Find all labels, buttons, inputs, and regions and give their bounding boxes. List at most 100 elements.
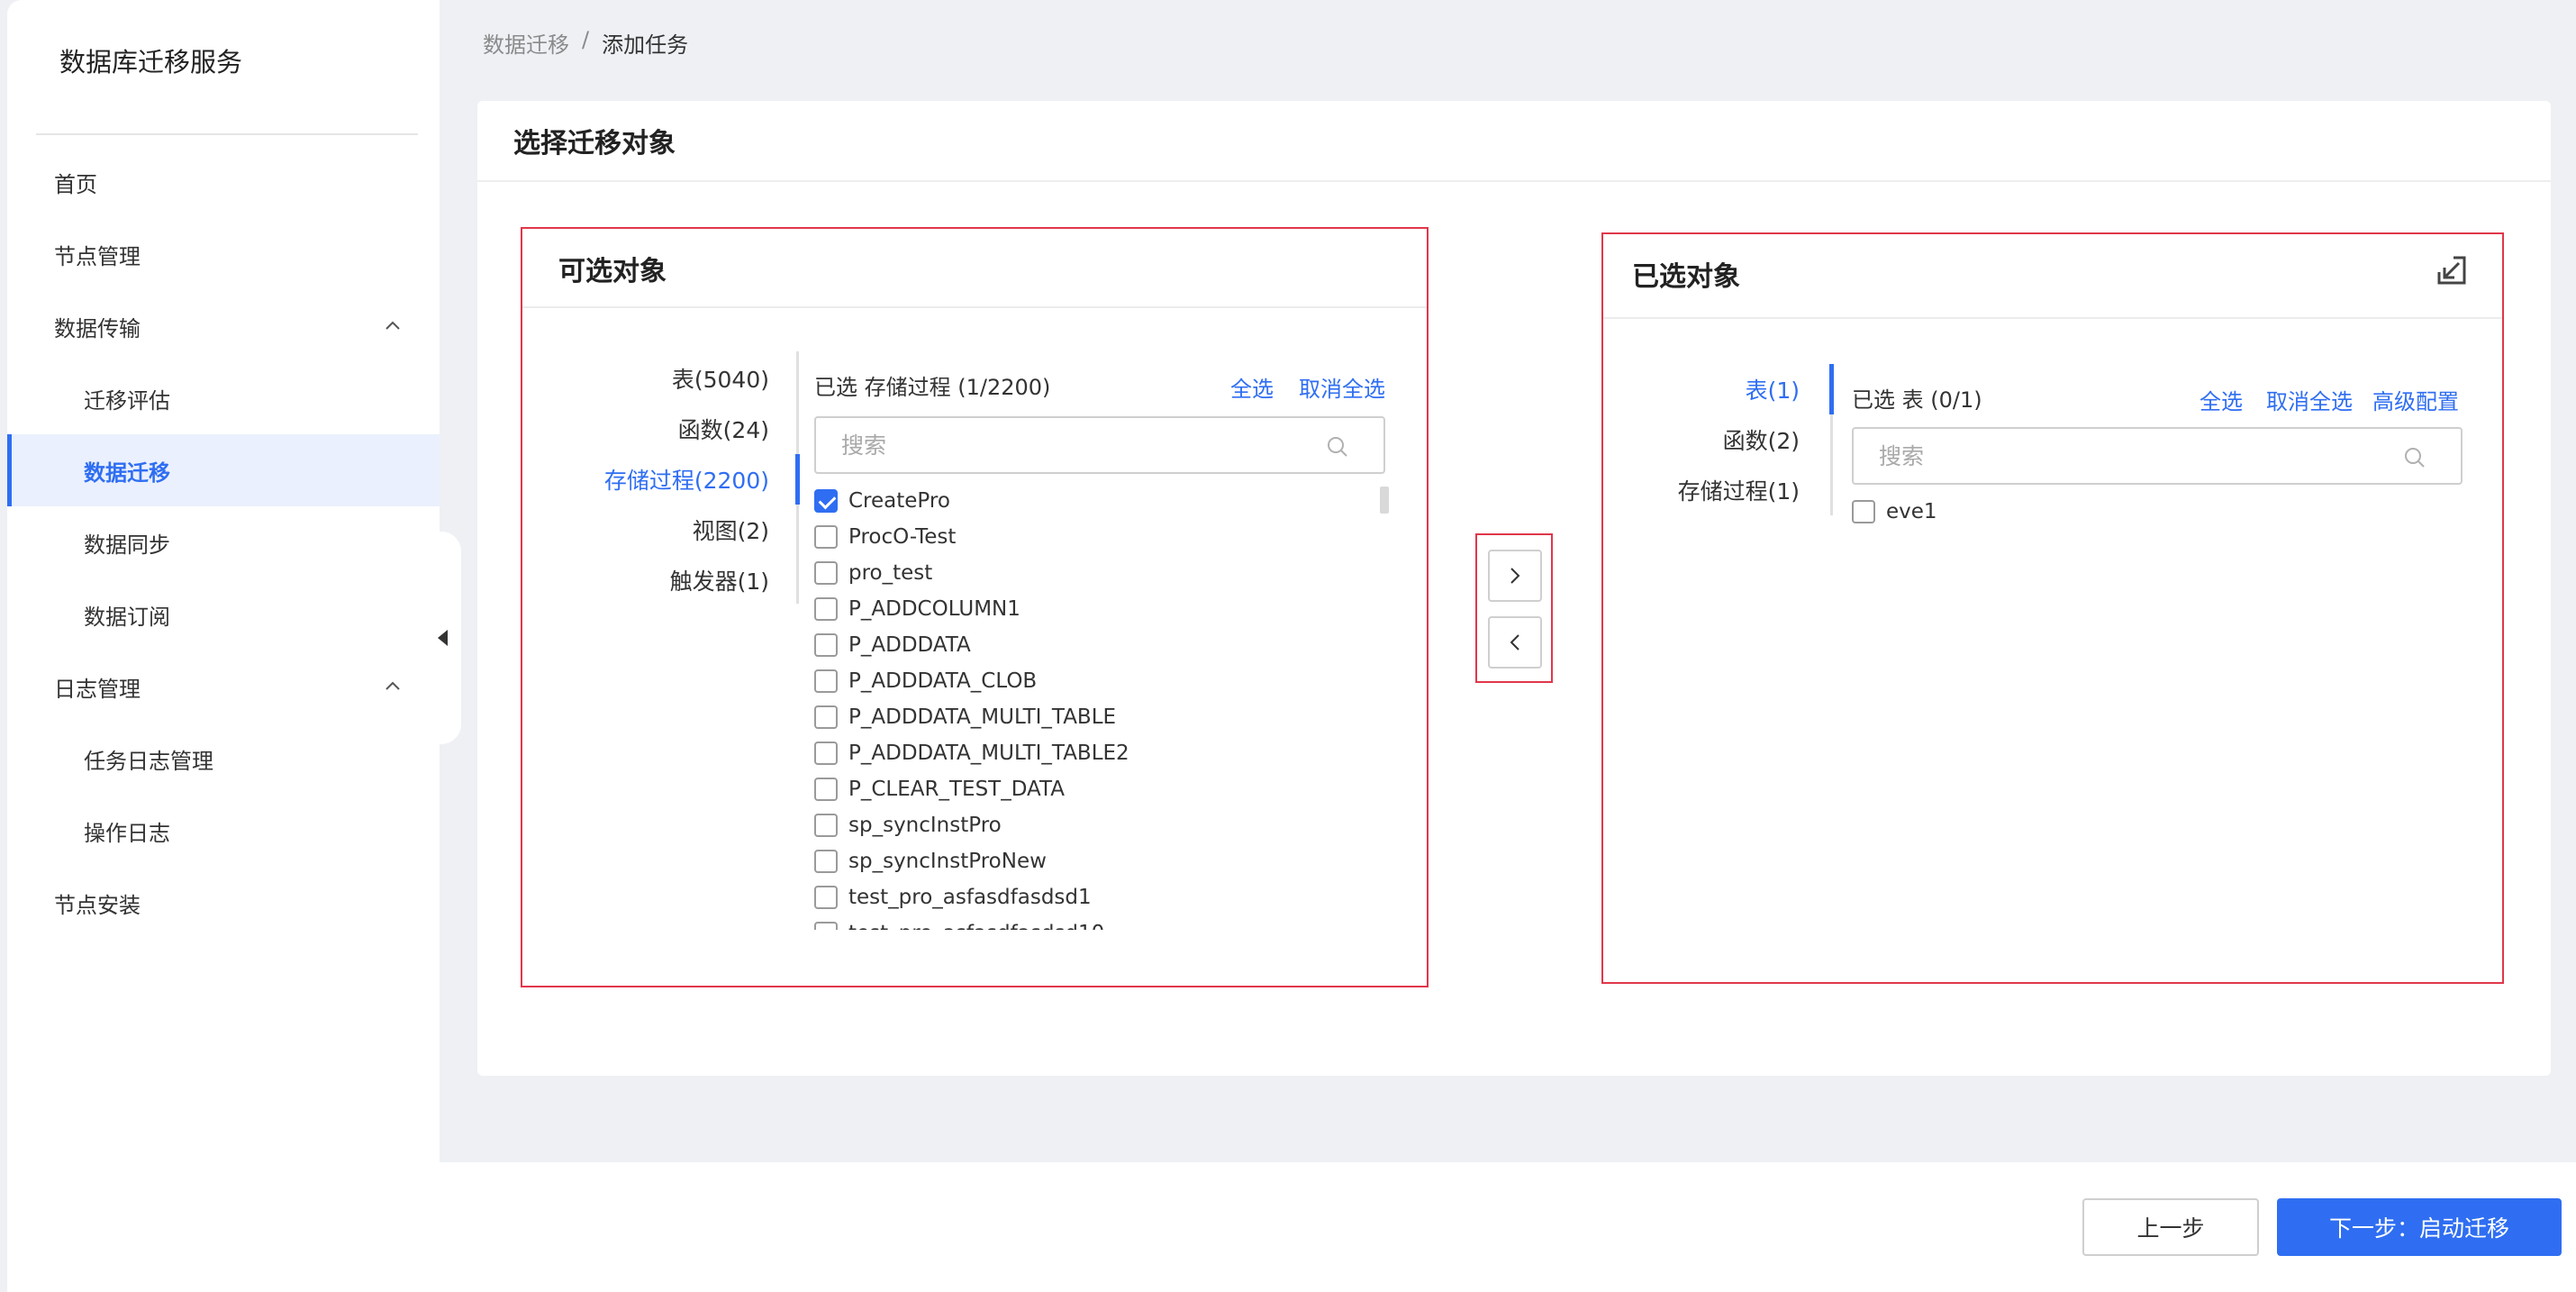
- list-item[interactable]: pro_test: [814, 555, 1355, 591]
- breadcrumb-parent[interactable]: 数据迁移: [483, 27, 569, 59]
- selected-select-all-link[interactable]: 全选: [2200, 384, 2243, 415]
- available-selected-count: 已选 存储过程 (1/2200): [814, 375, 1051, 400]
- available-panel-title: 可选对象: [558, 256, 667, 287]
- move-right-button[interactable]: [1488, 550, 1542, 602]
- list-item-label: sp_syncInstProNew: [848, 850, 1047, 873]
- checkbox[interactable]: [814, 922, 838, 930]
- list-item[interactable]: eve1: [1852, 494, 2392, 530]
- list-item[interactable]: ProcO-Test: [814, 519, 1355, 555]
- checkbox[interactable]: [814, 814, 838, 837]
- selected-search-input[interactable]: [1879, 438, 2365, 474]
- sidebar-item-data-transfer[interactable]: 数据传输: [7, 290, 440, 362]
- sidebar-item-node-management[interactable]: 节点管理: [7, 218, 440, 290]
- list-item[interactable]: P_ADDDATA_MULTI_TABLE2: [814, 735, 1355, 771]
- available-list-scrollbar[interactable]: [1380, 487, 1389, 514]
- available-search-input[interactable]: [841, 427, 1295, 463]
- list-item-label: P_ADDDATA: [848, 633, 971, 657]
- checkbox[interactable]: [814, 886, 838, 909]
- category-triggers[interactable]: 触发器(1): [670, 564, 769, 596]
- sidebar-item-label: 数据传输: [54, 315, 141, 341]
- selected-object-list: eve1: [1852, 494, 2392, 674]
- checkbox[interactable]: [1852, 500, 1875, 523]
- sidebar-collapse-toggle[interactable]: [423, 532, 461, 744]
- selected-search-box[interactable]: [1852, 427, 2463, 485]
- checkbox[interactable]: [814, 597, 838, 621]
- search-icon: [2405, 448, 2425, 468]
- available-select-all-link[interactable]: 全选: [1230, 371, 1274, 403]
- previous-step-button[interactable]: 上一步: [2082, 1198, 2259, 1256]
- category-active-indicator: [795, 454, 800, 505]
- sidebar-item-home[interactable]: 首页: [7, 146, 440, 218]
- page-title: 选择迁移对象: [513, 128, 676, 159]
- checkbox[interactable]: [814, 633, 838, 657]
- checkbox[interactable]: [814, 850, 838, 873]
- checkbox[interactable]: [814, 742, 838, 765]
- list-item-label: P_CLEAR_TEST_DATA: [848, 778, 1065, 801]
- list-item-label: pro_test: [848, 561, 933, 585]
- sidebar-item-label: 数据订阅: [84, 604, 170, 630]
- selected-category-tables[interactable]: 表(1): [1746, 373, 1800, 405]
- sidebar-item-label: 首页: [54, 171, 97, 197]
- caret-left-icon: [437, 630, 448, 646]
- list-item[interactable]: P_ADDCOLUMN1: [814, 591, 1355, 627]
- breadcrumb: 数据迁移 / 添加任务: [483, 27, 688, 59]
- sidebar-item-data-sync[interactable]: 数据同步: [7, 506, 440, 578]
- sidebar-item-data-subscription[interactable]: 数据订阅: [7, 578, 440, 651]
- selected-category-functions[interactable]: 函数(2): [1723, 423, 1800, 456]
- list-item-label: ProcO-Test: [848, 525, 957, 549]
- checkbox-checked[interactable]: [814, 489, 838, 513]
- category-functions[interactable]: 函数(24): [678, 413, 769, 445]
- list-item-label: P_ADDDATA_MULTI_TABLE2: [848, 742, 1129, 765]
- sidebar-item-task-log[interactable]: 任务日志管理: [7, 723, 440, 795]
- checkbox[interactable]: [814, 778, 838, 801]
- sidebar-item-label: 操作日志: [84, 820, 170, 846]
- chevron-up-icon: [385, 321, 400, 330]
- list-item-label: test_pro_asfasdfasdsd1: [848, 886, 1092, 909]
- list-item[interactable]: test_pro_asfasdfasdsd1: [814, 879, 1355, 915]
- checkbox[interactable]: [814, 525, 838, 549]
- list-item[interactable]: CreatePro: [814, 483, 1355, 519]
- next-step-start-migration-button[interactable]: 下一步：启动迁移: [2277, 1198, 2562, 1256]
- sidebar-item-node-install[interactable]: 节点安装: [7, 867, 440, 939]
- sidebar-item-migration-assessment[interactable]: 迁移评估: [7, 362, 440, 434]
- app-title: 数据库迁移服务: [59, 47, 243, 77]
- selected-selected-count: 已选 表 (0/1): [1852, 387, 1982, 413]
- sidebar-item-label: 节点管理: [54, 243, 141, 269]
- list-item[interactable]: test_pro_asfasdfasdsd10: [814, 915, 1355, 930]
- list-item[interactable]: sp_syncInstProNew: [814, 843, 1355, 879]
- selected-deselect-all-link[interactable]: 取消全选: [2266, 384, 2353, 415]
- category-active-indicator: [1829, 364, 1834, 414]
- list-item-label: P_ADDDATA_MULTI_TABLE: [848, 705, 1117, 729]
- list-item[interactable]: sp_syncInstPro: [814, 807, 1355, 843]
- category-views[interactable]: 视图(2): [693, 514, 769, 546]
- selected-panel-title: 已选对象: [1632, 261, 1740, 293]
- sidebar-item-log-management[interactable]: 日志管理: [7, 651, 440, 723]
- list-item-label: eve1: [1886, 500, 1937, 523]
- available-search-box[interactable]: [814, 416, 1385, 474]
- sidebar: 数据库迁移服务 首页 节点管理 数据传输 迁移评估 数据迁移 数据同步 数据订阅…: [7, 0, 440, 1292]
- breadcrumb-separator: /: [582, 27, 590, 52]
- available-deselect-all-link[interactable]: 取消全选: [1299, 371, 1385, 403]
- list-item[interactable]: P_ADDDATA_CLOB: [814, 663, 1355, 699]
- checkbox[interactable]: [814, 705, 838, 729]
- list-item[interactable]: P_ADDDATA: [814, 627, 1355, 663]
- chevron-up-icon: [385, 681, 400, 690]
- available-objects-panel: 可选对象 表(5040) 函数(24) 存储过程(2200) 视图(2) 触发器…: [521, 227, 1429, 987]
- list-item[interactable]: P_CLEAR_TEST_DATA: [814, 771, 1355, 807]
- category-procedures[interactable]: 存储过程(2200): [604, 463, 769, 496]
- checkbox[interactable]: [814, 561, 838, 585]
- category-tables[interactable]: 表(5040): [672, 362, 769, 395]
- panel-divider: [1603, 317, 2502, 319]
- selected-category-procedures[interactable]: 存储过程(1): [1678, 474, 1800, 506]
- move-left-button[interactable]: [1488, 616, 1542, 669]
- list-item-label: CreatePro: [848, 489, 950, 513]
- available-object-list: CreatePro ProcO-Test pro_test P_ADDCOLUMN1 P…: [814, 483, 1355, 930]
- list-item-label: P_ADDDATA_CLOB: [848, 669, 1038, 693]
- chevron-right-icon: [1510, 568, 1520, 584]
- sidebar-item-operation-log[interactable]: 操作日志: [7, 795, 440, 867]
- checkbox[interactable]: [814, 669, 838, 693]
- advanced-config-link[interactable]: 高级配置: [2372, 384, 2459, 415]
- collapse-panel-icon[interactable]: [2434, 252, 2470, 288]
- list-item[interactable]: P_ADDDATA_MULTI_TABLE: [814, 699, 1355, 735]
- sidebar-item-data-migration[interactable]: 数据迁移: [7, 434, 440, 506]
